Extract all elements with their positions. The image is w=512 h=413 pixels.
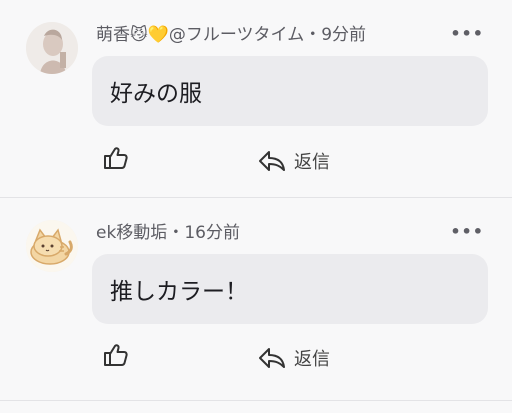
reply-label: 返信	[294, 349, 330, 370]
thumbs-up-icon	[104, 147, 128, 169]
reply-button[interactable]: 返信	[258, 345, 330, 371]
meta-separator: ・	[304, 25, 322, 45]
reply-arrow-icon	[259, 348, 285, 368]
comment-text: 推しカラー！	[110, 279, 248, 305]
comment-item: ek移動垢・16分前 ••• 推しカラー！ 返信	[0, 198, 512, 401]
more-options-icon[interactable]: •••	[450, 222, 484, 241]
author-name[interactable]: 萌香😼💛@フルーツタイム	[96, 25, 304, 45]
comment-text: 好みの服	[110, 81, 202, 107]
more-options-icon[interactable]: •••	[450, 24, 484, 43]
avatar[interactable]	[26, 22, 78, 74]
meta-separator: ・	[167, 223, 185, 243]
user-photo-avatar-icon	[26, 22, 78, 74]
comment-meta: 萌香😼💛@フルーツタイム・9分前	[96, 20, 366, 45]
comment-meta: ek移動垢・16分前	[96, 218, 240, 243]
comment-bubble: 好みの服	[92, 56, 488, 126]
author-name[interactable]: ek移動垢	[96, 223, 167, 243]
comment-time: 16分前	[184, 223, 240, 243]
like-button[interactable]	[103, 343, 129, 367]
comment-item: 萌香😼💛@フルーツタイム・9分前 ••• 好みの服 返信	[0, 0, 512, 198]
like-button[interactable]	[103, 146, 129, 170]
avatar[interactable]	[26, 220, 78, 272]
reply-arrow-icon	[259, 151, 285, 171]
cat-avatar-icon	[26, 220, 78, 272]
reply-label: 返信	[294, 152, 330, 173]
comment-bubble: 推しカラー！	[92, 254, 488, 324]
reply-button[interactable]: 返信	[258, 148, 330, 174]
thumbs-up-icon	[104, 344, 128, 366]
comment-time: 9分前	[321, 25, 367, 45]
